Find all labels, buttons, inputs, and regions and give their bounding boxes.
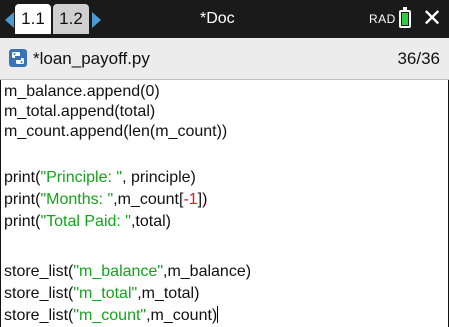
code-line: print("Months: ",m_count[-1])	[4, 191, 208, 208]
tab-page-1-2[interactable]: 1.2	[53, 4, 89, 34]
code-line: print("Total Paid: ",total)	[4, 213, 171, 230]
line-position: 36/36	[397, 49, 440, 68]
top-bar: 1.1 1.2 *Doc RAD ✕	[0, 0, 449, 38]
text-cursor	[217, 306, 219, 323]
code-line: store_list("m_count",m_count)	[4, 306, 219, 324]
code-line: store_list("m_total",m_total)	[4, 285, 200, 302]
next-page-arrow-icon[interactable]	[92, 12, 101, 28]
angle-mode-indicator: RAD	[369, 12, 396, 26]
code-line: m_count.append(len(m_count))	[4, 123, 228, 140]
file-header: *loan_payoff.py 36/36	[0, 38, 449, 80]
python-logo-icon	[9, 49, 27, 67]
file-name: *loan_payoff.py	[33, 49, 150, 68]
previous-page-arrow-icon[interactable]	[5, 12, 14, 28]
close-icon[interactable]: ✕	[420, 0, 444, 38]
code-editor[interactable]: m_balance.append(0) m_total.append(total…	[0, 80, 449, 327]
code-line: print("Principle: ", principle)	[4, 169, 196, 186]
tab-page-1-1[interactable]: 1.1	[15, 4, 51, 34]
document-title: *Doc	[200, 10, 235, 27]
code-line: store_list("m_balance",m_balance)	[4, 263, 252, 280]
battery-icon	[399, 7, 411, 28]
